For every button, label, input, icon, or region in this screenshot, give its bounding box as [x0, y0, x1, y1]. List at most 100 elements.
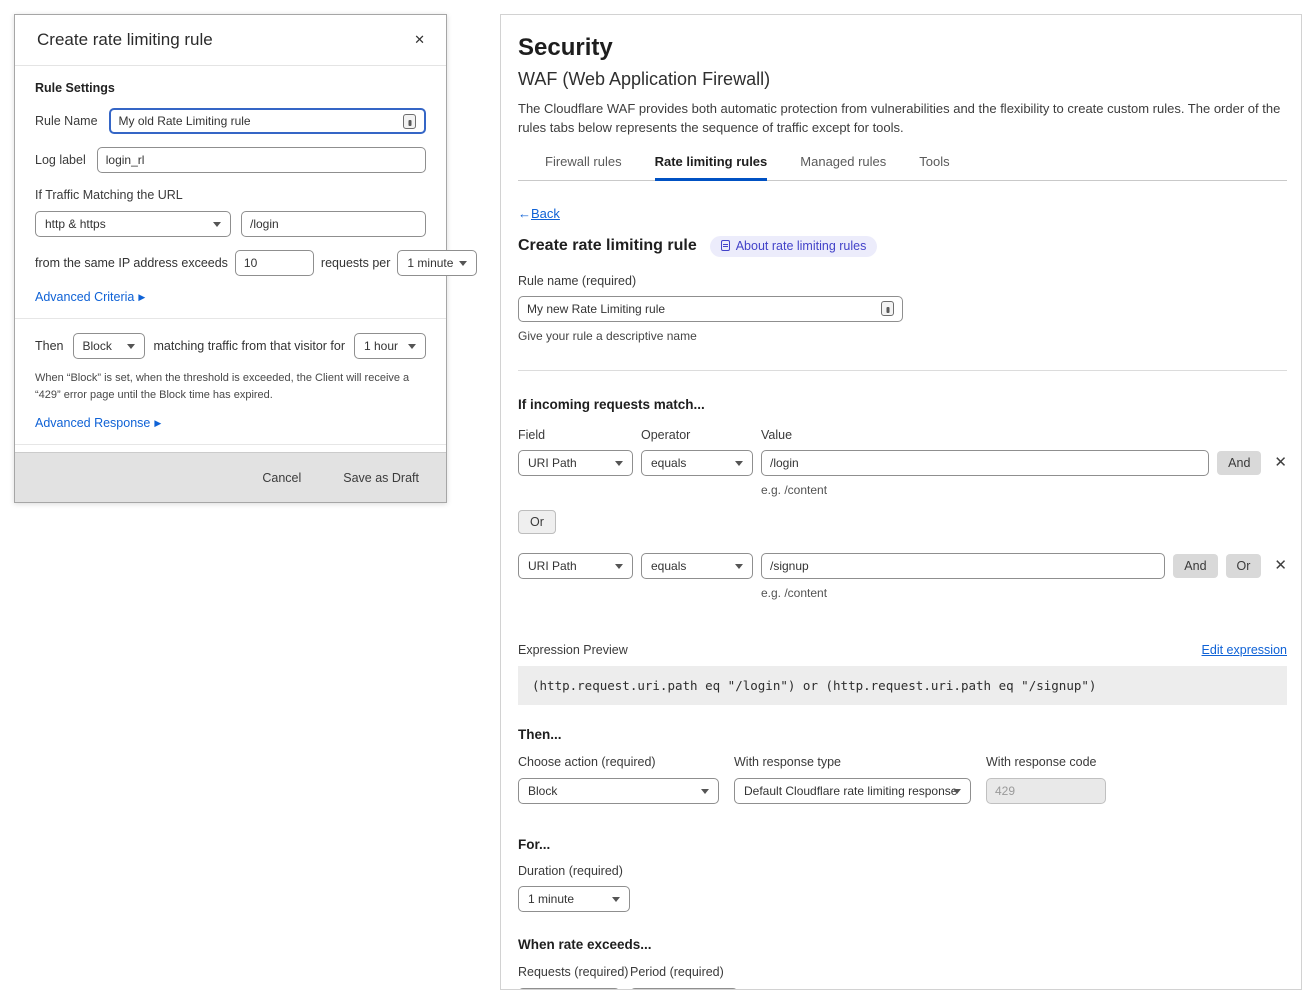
threshold-prefix-text: from the same IP address exceeds — [35, 256, 228, 270]
cancel-button[interactable]: Cancel — [262, 471, 301, 485]
scheme-select-value: http & https — [45, 217, 106, 231]
dialog-header: Create rate limiting rule ✕ — [15, 15, 446, 66]
threshold-input[interactable] — [244, 256, 305, 270]
page-title: Security — [518, 34, 1287, 62]
block-duration-select[interactable]: 1 hour — [354, 333, 426, 359]
or-button[interactable]: Or — [1226, 554, 1262, 578]
divider — [518, 370, 1287, 371]
response-type-label: With response type — [734, 755, 971, 769]
edit-expression-link[interactable]: Edit expression — [1202, 643, 1287, 657]
period-select[interactable]: 1 minute — [397, 250, 477, 276]
rule-name-input[interactable] — [527, 302, 881, 316]
tab-tools[interactable]: Tools — [919, 154, 949, 180]
expand-caret-icon: ▶ — [138, 293, 145, 302]
value-input[interactable] — [770, 456, 1200, 470]
duration-select[interactable]: 1 minute — [518, 886, 630, 912]
threshold-field[interactable] — [235, 250, 314, 276]
field-select[interactable]: URI Path — [518, 450, 633, 476]
field-select-value: URI Path — [528, 456, 577, 470]
form-title: Create rate limiting rule — [518, 237, 697, 255]
condition-row: URI Path equals And Or ✕ — [518, 553, 1287, 579]
log-label-label: Log label — [35, 153, 86, 167]
action-select[interactable]: Block — [518, 778, 719, 804]
value-hint: e.g. /content — [761, 586, 1287, 600]
advanced-response-link[interactable]: Advanced Response ▶ — [35, 416, 161, 430]
url-field[interactable] — [241, 211, 426, 237]
divider — [15, 444, 446, 445]
rule-settings-heading: Rule Settings — [35, 81, 426, 95]
operator-select-value: equals — [651, 559, 686, 573]
about-badge-label: About rate limiting rules — [736, 239, 867, 253]
requests-field[interactable] — [518, 988, 620, 990]
about-rate-limiting-badge[interactable]: About rate limiting rules — [710, 236, 878, 257]
value-field[interactable] — [761, 450, 1209, 476]
traffic-match-label: If Traffic Matching the URL — [35, 188, 426, 202]
field-column-label: Field — [518, 428, 633, 442]
rule-name-input[interactable] — [119, 114, 403, 128]
page-subtitle: WAF (Web Application Firewall) — [518, 69, 1287, 90]
back-link[interactable]: ←Back — [518, 206, 560, 221]
then-heading: Then... — [518, 727, 1287, 742]
value-input[interactable] — [770, 559, 1156, 573]
expression-preview-code: (http.request.uri.path eq "/login") or (… — [518, 666, 1287, 705]
password-manager-icon[interactable] — [403, 114, 416, 129]
for-heading: For... — [518, 837, 1287, 852]
field-select-value: URI Path — [528, 559, 577, 573]
duration-select-value: 1 minute — [528, 892, 574, 906]
and-button[interactable]: And — [1173, 554, 1217, 578]
block-note: When “Block” is set, when the threshold … — [35, 370, 426, 404]
back-arrow-icon: ← — [518, 206, 531, 221]
or-connector-button[interactable]: Or — [518, 510, 556, 534]
match-heading: If incoming requests match... — [518, 397, 1287, 412]
remove-condition-icon[interactable]: ✕ — [1274, 455, 1287, 470]
action-select-value: Block — [528, 784, 557, 798]
rule-name-label: Rule Name — [35, 114, 98, 128]
value-field[interactable] — [761, 553, 1165, 579]
operator-column-label: Operator — [641, 428, 753, 442]
divider — [15, 318, 446, 319]
dialog-body: Rule Settings Rule Name Log label If Tra… — [15, 66, 446, 473]
action-label: Choose action (required) — [518, 755, 719, 769]
page-description: The Cloudflare WAF provides both automat… — [518, 100, 1284, 138]
operator-select[interactable]: equals — [641, 450, 753, 476]
close-icon[interactable]: ✕ — [414, 32, 425, 48]
value-column-label: Value — [761, 428, 1287, 442]
document-icon — [721, 240, 730, 251]
period-label: Period (required) — [630, 965, 738, 979]
tab-rate-limiting-rules[interactable]: Rate limiting rules — [655, 154, 768, 181]
expand-caret-icon: ▶ — [154, 419, 161, 428]
advanced-criteria-label: Advanced Criteria — [35, 290, 134, 304]
rule-name-field[interactable] — [518, 296, 903, 322]
operator-select[interactable]: equals — [641, 553, 753, 579]
action-select-value: Block — [83, 339, 112, 353]
password-manager-icon[interactable] — [881, 301, 894, 316]
url-input[interactable] — [250, 217, 417, 231]
period-select-value: 1 minute — [407, 256, 453, 270]
field-select[interactable]: URI Path — [518, 553, 633, 579]
tab-managed-rules[interactable]: Managed rules — [800, 154, 886, 180]
legacy-rate-limit-dialog: Create rate limiting rule ✕ Rule Setting… — [14, 14, 447, 503]
log-label-input[interactable] — [106, 153, 417, 167]
log-label-field[interactable] — [97, 147, 426, 173]
threshold-middle-text: requests per — [321, 256, 390, 270]
then-label: Then — [35, 339, 64, 353]
remove-condition-icon[interactable]: ✕ — [1274, 558, 1287, 573]
action-select[interactable]: Block — [73, 333, 145, 359]
response-type-select[interactable]: Default Cloudflare rate limiting respons… — [734, 778, 971, 804]
dialog-title: Create rate limiting rule — [37, 30, 213, 50]
response-code-field — [986, 778, 1106, 804]
rule-name-label: Rule name (required) — [518, 274, 1287, 288]
response-code-label: With response code — [986, 755, 1106, 769]
and-button[interactable]: And — [1217, 451, 1261, 475]
advanced-criteria-link[interactable]: Advanced Criteria ▶ — [35, 290, 145, 304]
advanced-response-label: Advanced Response — [35, 416, 150, 430]
tab-firewall-rules[interactable]: Firewall rules — [545, 154, 622, 180]
period-select[interactable]: 1 minute — [630, 988, 738, 990]
save-as-draft-button[interactable]: Save as Draft — [343, 471, 419, 485]
rate-heading: When rate exceeds... — [518, 937, 1287, 952]
value-hint: e.g. /content — [761, 483, 1287, 497]
rule-name-field[interactable] — [109, 108, 426, 134]
waf-panel: Security WAF (Web Application Firewall) … — [500, 14, 1302, 990]
scheme-select[interactable]: http & https — [35, 211, 231, 237]
rule-name-help: Give your rule a descriptive name — [518, 329, 1287, 343]
